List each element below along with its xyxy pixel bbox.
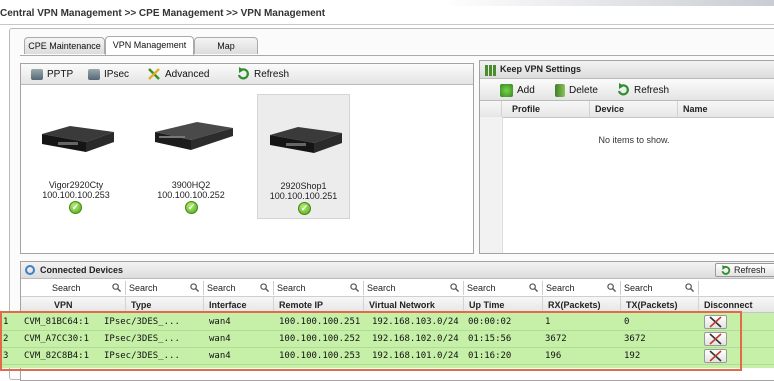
search-placeholder: Search — [52, 283, 81, 293]
highlight-frame — [0, 311, 742, 371]
grid-icon — [485, 65, 496, 76]
keep-refresh-label: Refresh — [634, 84, 670, 96]
status-ok-icon: ✓ — [69, 201, 82, 214]
status-ok-icon: ✓ — [298, 202, 311, 215]
column-rx[interactable]: RX(Packets) — [543, 297, 621, 312]
search-vpn[interactable]: Search — [49, 281, 126, 295]
column-tx[interactable]: TX(Packets) — [621, 297, 699, 312]
router-image — [270, 127, 342, 153]
pptp-icon — [31, 68, 43, 80]
tab-vpn-management[interactable]: VPN Management — [105, 36, 194, 55]
connected-refresh-button[interactable]: Refresh — [715, 263, 774, 277]
device-tile[interactable]: 3900HQ2 100.100.100.252 ✓ — [141, 94, 241, 214]
tab-divider — [20, 55, 774, 56]
column-profile[interactable]: Profile — [502, 101, 590, 117]
device-name: 2920Shop1 — [280, 181, 327, 191]
column-name[interactable]: Name — [678, 101, 774, 117]
vpn-refresh-button[interactable]: Refresh — [236, 64, 289, 84]
search-placeholder: Search — [546, 283, 575, 293]
ipsec-button[interactable]: IPsec — [88, 64, 129, 84]
column-remote-ip[interactable]: Remote IP — [274, 297, 364, 312]
search-icon — [350, 283, 359, 292]
search-interface[interactable]: Search — [204, 281, 274, 295]
advanced-label: Advanced — [165, 68, 210, 80]
device-name: 3900HQ2 — [171, 180, 211, 190]
switch-image — [155, 122, 233, 150]
column-type[interactable]: Type — [126, 297, 204, 312]
device-tile[interactable]: Vigor2920Cty 100.100.100.253 ✓ — [26, 94, 126, 214]
search-up-time[interactable]: Search — [464, 281, 543, 295]
search-placeholder: Search — [367, 283, 396, 293]
ipsec-icon — [88, 68, 100, 80]
pptp-label: PPTP — [47, 68, 74, 80]
device-ip: 100.100.100.252 — [157, 190, 225, 200]
search-remote-ip[interactable]: Search — [274, 281, 364, 295]
keep-vpn-toolbar: Add Delete Refresh — [480, 79, 774, 101]
device-ip: 100.100.100.253 — [42, 190, 110, 200]
trash-icon — [555, 83, 565, 97]
refresh-icon — [617, 83, 629, 96]
column-up-time[interactable]: Up Time — [464, 297, 543, 312]
tab-cpe-maintenance[interactable]: CPE Maintenance — [24, 37, 105, 54]
refresh-icon — [721, 264, 731, 275]
vpn-toolbar: PPTP IPsec Advanced Refresh — [21, 64, 473, 85]
breadcrumb: Central VPN Management >> CPE Management… — [0, 8, 326, 19]
keep-vpn-title: Keep VPN Settings — [500, 64, 582, 74]
search-row: Search Search Search Search Search Searc… — [21, 281, 774, 295]
search-placeholder: Search — [129, 283, 158, 293]
search-icon — [190, 283, 199, 292]
connected-header: Connected Devices Refresh — [21, 262, 774, 279]
device-tile-selected[interactable]: 2920Shop1 100.100.100.251 ✓ — [257, 94, 350, 219]
search-placeholder: Search — [467, 283, 496, 293]
add-label: Add — [517, 84, 535, 96]
advanced-button[interactable]: Advanced — [147, 64, 209, 84]
pptp-button[interactable]: PPTP — [31, 64, 73, 84]
add-button[interactable]: Add — [500, 80, 535, 100]
delete-label: Delete — [569, 84, 598, 96]
vpn-device-panel: PPTP IPsec Advanced Refresh Vigor2920Cty… — [20, 63, 474, 254]
search-icon — [450, 283, 459, 292]
row-number-gutter — [480, 117, 503, 253]
column-virtual-network[interactable]: Virtual Network — [364, 297, 464, 312]
tools-icon — [148, 68, 160, 80]
column-disconnect[interactable]: Disconnect — [699, 297, 774, 312]
search-icon — [260, 283, 269, 292]
search-icon — [112, 283, 121, 292]
top-shade — [440, 0, 774, 6]
search-placeholder: Search — [624, 283, 653, 293]
tab-map[interactable]: Map — [194, 37, 258, 54]
add-icon — [500, 83, 513, 97]
search-rx[interactable]: Search — [543, 281, 621, 295]
keep-vpn-column-header: Profile Device Name — [480, 101, 774, 118]
column-vpn[interactable]: VPN — [49, 297, 126, 312]
search-placeholder: Search — [277, 283, 306, 293]
status-ok-icon: ✓ — [185, 201, 198, 214]
device-ip: 100.100.100.251 — [269, 191, 338, 201]
refresh-icon — [237, 67, 249, 80]
search-placeholder: Search — [207, 283, 236, 293]
delete-button[interactable]: Delete — [555, 80, 598, 100]
search-type[interactable]: Search — [126, 281, 204, 295]
connected-icon — [25, 265, 35, 275]
ipsec-label: IPsec — [104, 68, 130, 80]
search-icon — [607, 283, 616, 292]
connected-title: Connected Devices — [40, 265, 124, 275]
empty-message: No items to show. — [598, 135, 670, 145]
column-device[interactable]: Device — [590, 101, 678, 117]
keep-vpn-header: Keep VPN Settings — [480, 61, 774, 79]
breadcrumb-divider — [0, 24, 774, 25]
router-image — [42, 126, 114, 152]
keep-vpn-panel: Keep VPN Settings Add Delete Refresh Pro… — [479, 60, 774, 254]
device-name: Vigor2920Cty — [48, 180, 104, 190]
search-virtual-network[interactable]: Search — [364, 281, 464, 295]
search-icon — [685, 283, 694, 292]
keep-refresh-button[interactable]: Refresh — [616, 80, 669, 100]
search-tx[interactable]: Search — [621, 281, 699, 295]
connected-refresh-label: Refresh — [734, 265, 766, 275]
search-icon — [529, 283, 538, 292]
vpn-refresh-label: Refresh — [254, 68, 290, 80]
row-number-header — [480, 101, 502, 117]
column-interface[interactable]: Interface — [204, 297, 274, 312]
